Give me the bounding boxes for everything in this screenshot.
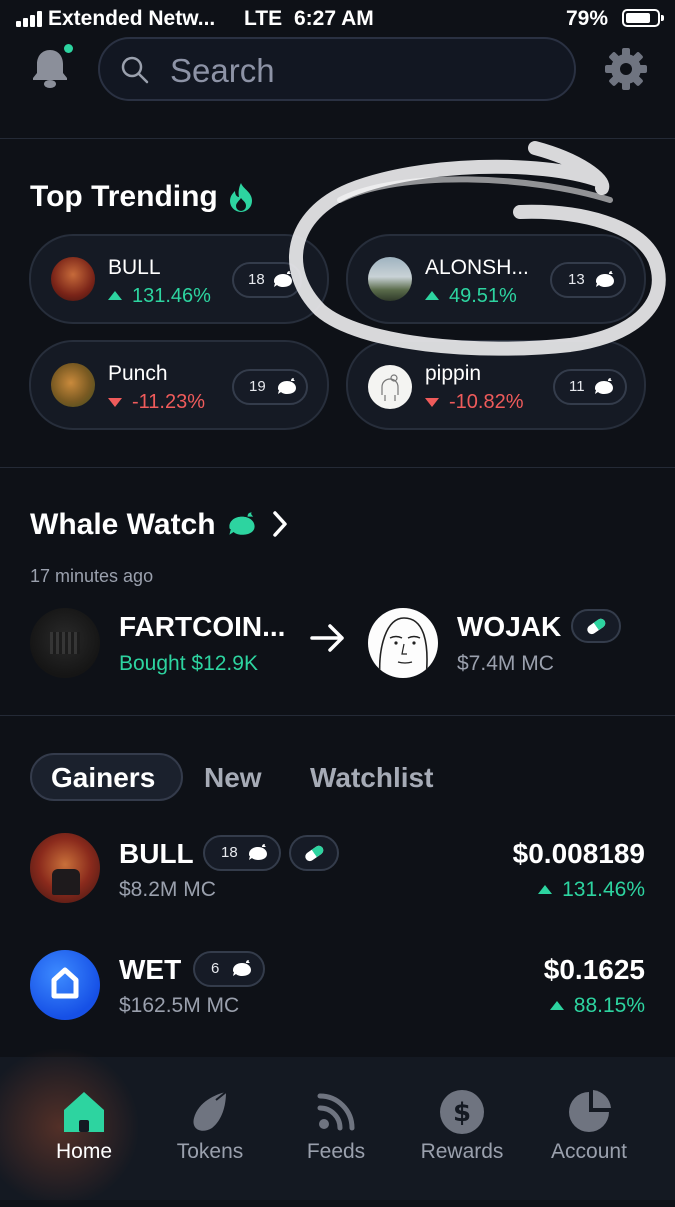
search-icon <box>120 55 150 85</box>
token-change: -10.82% <box>425 391 524 414</box>
whale-icon <box>595 378 613 394</box>
token-price: $0.008189 <box>512 838 645 869</box>
nav-feeds[interactable]: Feeds <box>276 1140 396 1164</box>
token-avatar <box>51 363 95 407</box>
svg-text:$: $ <box>453 1098 471 1128</box>
divider <box>0 715 675 716</box>
carrier-name: Extended Netw... <box>48 7 216 30</box>
token-avatar[interactable] <box>368 608 438 678</box>
chevron-right-icon[interactable] <box>270 508 290 545</box>
token-name: BULL <box>108 256 161 279</box>
arrow-right-icon <box>310 622 346 659</box>
token-market-cap: $8.2M MC <box>119 878 216 901</box>
token-name: WET <box>119 954 182 985</box>
status-bar: Extended Netw... LTE 6:27 AM 79% <box>0 0 675 36</box>
pill-icon <box>289 835 339 871</box>
search-placeholder: Search <box>170 52 275 89</box>
whale-from-token[interactable]: FARTCOIN... <box>119 611 285 643</box>
token-change: 131.46% <box>108 285 211 308</box>
clock: 6:27 AM <box>294 7 374 30</box>
tab-gainers-label[interactable]: Gainers <box>51 762 155 794</box>
annotation-circle <box>289 141 666 356</box>
whale-icon <box>233 960 251 976</box>
network-type: LTE <box>244 7 283 30</box>
whale-to-mc: $7.4M MC <box>457 652 554 675</box>
search-input[interactable]: Search <box>98 37 576 101</box>
token-price: $0.1625 <box>543 954 645 985</box>
divider <box>0 138 675 139</box>
tokens-icon[interactable] <box>186 1088 234 1136</box>
flame-icon <box>228 182 254 217</box>
battery-percent: 79% <box>566 7 609 30</box>
whale-icon <box>278 378 296 394</box>
pill-icon <box>571 609 621 643</box>
whale-count-badge: 18 <box>203 835 281 871</box>
top-trending-title: Top Trending <box>30 180 218 213</box>
token-avatar <box>30 833 100 903</box>
divider <box>0 467 675 468</box>
signal-icon <box>16 11 44 27</box>
token-name: BULL <box>119 838 194 869</box>
whale-action: Bought $12.9K <box>119 652 258 675</box>
nav-home[interactable]: Home <box>24 1140 144 1164</box>
whale-icon <box>226 511 258 544</box>
whale-count-badge: 6 <box>193 951 265 987</box>
nav-account[interactable]: Account <box>529 1140 649 1164</box>
whale-watch-time: 17 minutes ago <box>30 566 154 586</box>
tab-new[interactable]: New <box>204 762 262 794</box>
tab-watchlist[interactable]: Watchlist <box>310 762 433 794</box>
token-name: Punch <box>108 362 168 385</box>
token-avatar[interactable] <box>30 608 100 678</box>
notification-dot <box>64 44 73 53</box>
whale-icon <box>249 844 267 860</box>
whale-watch-title: Whale Watch <box>30 508 216 541</box>
token-change: -11.23% <box>108 391 205 414</box>
nav-tokens[interactable]: Tokens <box>150 1140 270 1164</box>
token-avatar <box>51 257 95 301</box>
battery-icon <box>622 9 664 27</box>
whale-to-token[interactable]: WOJAK <box>457 611 561 643</box>
rewards-icon[interactable]: $ <box>438 1088 486 1136</box>
feeds-icon[interactable] <box>312 1088 360 1136</box>
gear-icon[interactable] <box>601 44 651 94</box>
token-avatar <box>30 950 100 1020</box>
home-icon[interactable] <box>60 1088 108 1136</box>
token-change: 131.46% <box>538 878 645 902</box>
token-market-cap: $162.5M MC <box>119 994 240 1017</box>
nav-rewards[interactable]: Rewards <box>402 1140 522 1164</box>
account-icon[interactable] <box>565 1088 613 1136</box>
token-change: 88.15% <box>549 994 645 1018</box>
